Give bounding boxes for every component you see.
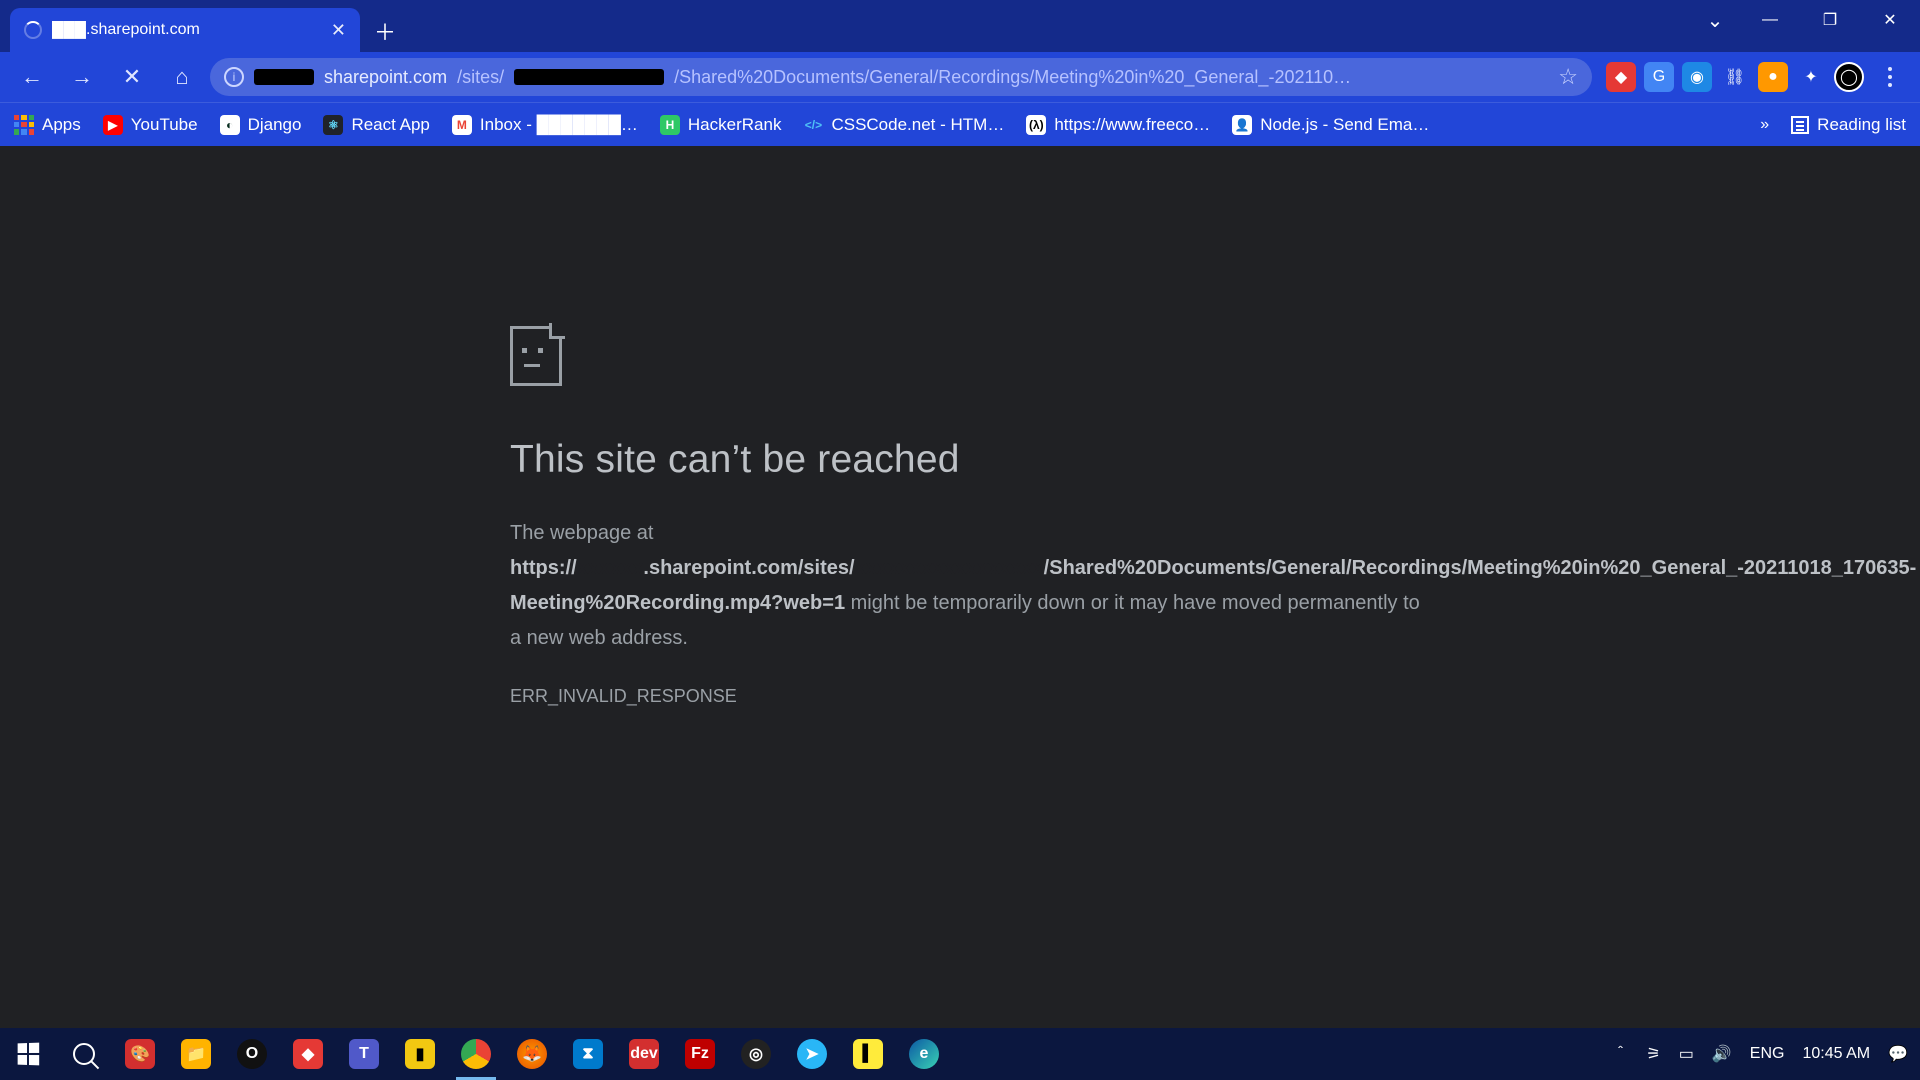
taskbar-firefox[interactable]: 🦊 <box>504 1028 560 1080</box>
bookmark-label: Inbox - ███████… <box>480 115 638 135</box>
url-path-sites: /sites/ <box>457 67 504 88</box>
extension-icon[interactable]: ● <box>1758 62 1788 92</box>
bookmark-hackerrank[interactable]: H HackerRank <box>660 115 782 135</box>
taskbar-vscode[interactable]: ⧗ <box>560 1028 616 1080</box>
bookmarks-overflow-button[interactable]: » <box>1760 116 1769 134</box>
apps-grid-icon <box>14 115 34 135</box>
new-tab-button[interactable]: ＋ <box>366 12 404 50</box>
django-icon: ◐ <box>220 115 240 135</box>
browser-tab[interactable]: ███.sharepoint.com ✕ <box>10 8 360 52</box>
error-prefix: The webpage at <box>510 522 653 544</box>
react-icon: ⚛ <box>323 115 343 135</box>
reading-list-icon <box>1791 116 1809 134</box>
error-message: The webpage at https://xxxxxx.sharepoint… <box>510 516 1430 656</box>
bookmark-gmail[interactable]: M Inbox - ███████… <box>452 115 638 135</box>
bookmark-label: React App <box>351 115 429 135</box>
back-button[interactable]: ← <box>10 57 54 97</box>
bookmark-nodejs[interactable]: 👤 Node.js - Send Ema… <box>1232 115 1429 135</box>
apps-label: Apps <box>42 115 81 135</box>
taskbar-file-explorer[interactable]: 📁 <box>168 1028 224 1080</box>
window-controls: ⌄ — ❐ ✕ <box>1690 0 1920 40</box>
bookmark-label: Node.js - Send Ema… <box>1260 115 1429 135</box>
address-bar[interactable]: i sharepoint.com /sites/ /Shared%20Docum… <box>210 58 1592 96</box>
taskbar-app[interactable]: 🎨 <box>112 1028 168 1080</box>
extension-icon[interactable]: ⛓ <box>1720 62 1750 92</box>
bookmark-react[interactable]: ⚛ React App <box>323 115 429 135</box>
loading-spinner-icon <box>24 21 42 39</box>
taskbar-search[interactable] <box>56 1028 112 1080</box>
redacted-segment <box>254 69 314 85</box>
google-translate-icon[interactable]: G <box>1644 62 1674 92</box>
windows-taskbar: 🎨 📁 O ◆ T ▮ 🦊 ⧗ dev Fz ◎ ➤ ▌ e ＾ ⚞ ▭ 🔊 E… <box>0 1028 1920 1080</box>
taskbar-powerbi[interactable]: ▮ <box>392 1028 448 1080</box>
freecodecamp-icon: (λ) <box>1026 115 1046 135</box>
bookmark-label: CSSCode.net - HTM… <box>831 115 1004 135</box>
taskbar-obs[interactable]: ◎ <box>728 1028 784 1080</box>
search-icon <box>73 1043 95 1065</box>
taskbar-chrome[interactable] <box>448 1028 504 1080</box>
tray-overflow-icon[interactable]: ＾ <box>1612 1042 1628 1066</box>
taskbar-filezilla[interactable]: Fz <box>672 1028 728 1080</box>
site-info-icon[interactable]: i <box>224 67 244 87</box>
bookmark-label: Django <box>248 115 302 135</box>
bookmark-django[interactable]: ◐ Django <box>220 115 302 135</box>
bookmark-csscode[interactable]: </> CSSCode.net - HTM… <box>803 115 1004 135</box>
battery-icon[interactable]: ▭ <box>1679 1044 1694 1064</box>
extensions-row: ◆ G ◉ ⛓ ● ✦ ◯ <box>1606 62 1864 92</box>
tab-title: ███.sharepoint.com <box>52 21 321 39</box>
start-button[interactable] <box>0 1028 56 1080</box>
wifi-icon[interactable]: ⚞ <box>1646 1044 1660 1064</box>
taskbar-teams[interactable]: T <box>336 1028 392 1080</box>
taskbar-app[interactable]: ◆ <box>280 1028 336 1080</box>
taskbar-app[interactable]: O <box>224 1028 280 1080</box>
bookmark-star-icon[interactable]: ☆ <box>1558 64 1578 90</box>
bookmark-label: https://www.freeco… <box>1054 115 1210 135</box>
language-indicator[interactable]: ENG <box>1750 1045 1785 1063</box>
error-heading: This site can’t be reached <box>510 438 1430 482</box>
close-window-button[interactable]: ✕ <box>1860 0 1920 40</box>
bookmark-youtube[interactable]: ▶ YouTube <box>103 115 198 135</box>
youtube-icon: ▶ <box>103 115 123 135</box>
maximize-button[interactable]: ❐ <box>1800 0 1860 40</box>
taskbar-app[interactable]: dev <box>616 1028 672 1080</box>
bookmark-freecodecamp[interactable]: (λ) https://www.freeco… <box>1026 115 1210 135</box>
action-center-icon[interactable]: 💬 <box>1888 1044 1908 1064</box>
bookmark-label: HackerRank <box>688 115 782 135</box>
bookmark-label: YouTube <box>131 115 198 135</box>
chrome-menu-button[interactable] <box>1870 67 1910 87</box>
taskbar-app[interactable]: ▌ <box>840 1028 896 1080</box>
taskbar-edge[interactable]: e <box>896 1028 952 1080</box>
tab-close-button[interactable]: ✕ <box>331 20 346 41</box>
minimize-button[interactable]: — <box>1740 0 1800 40</box>
browser-titlebar: ███.sharepoint.com ✕ ＋ ⌄ — ❐ ✕ <box>0 0 1920 52</box>
url-path-rest: /Shared%20Documents/General/Recordings/M… <box>674 67 1351 88</box>
error-code: ERR_INVALID_RESPONSE <box>510 686 1430 707</box>
clock[interactable]: 10:45 AM <box>1802 1045 1870 1063</box>
profile-avatar[interactable]: ◯ <box>1834 62 1864 92</box>
url-host: sharepoint.com <box>324 67 447 88</box>
extension-icon[interactable]: ◆ <box>1606 62 1636 92</box>
gmail-icon: M <box>452 115 472 135</box>
code-icon: </> <box>803 115 823 135</box>
home-button[interactable]: ⌂ <box>160 57 204 97</box>
forward-button[interactable]: → <box>60 57 104 97</box>
redacted-segment <box>514 69 664 85</box>
sad-page-icon <box>510 326 562 386</box>
favicon-icon: 👤 <box>1232 115 1252 135</box>
extension-icon[interactable]: ◉ <box>1682 62 1712 92</box>
reading-list-button[interactable]: Reading list <box>1791 115 1906 135</box>
reading-list-label: Reading list <box>1817 115 1906 135</box>
hackerrank-icon: H <box>660 115 680 135</box>
browser-toolbar: ← → ✕ ⌂ i sharepoint.com /sites/ /Shared… <box>0 52 1920 102</box>
stop-reload-button[interactable]: ✕ <box>110 57 154 97</box>
taskbar-telegram[interactable]: ➤ <box>784 1028 840 1080</box>
bookmarks-bar: Apps ▶ YouTube ◐ Django ⚛ React App M In… <box>0 102 1920 146</box>
page-content: This site can’t be reached The webpage a… <box>0 146 1920 1028</box>
tab-search-button[interactable]: ⌄ <box>1690 0 1740 40</box>
extensions-puzzle-icon[interactable]: ✦ <box>1796 62 1826 92</box>
apps-button[interactable]: Apps <box>14 115 81 135</box>
volume-icon[interactable]: 🔊 <box>1712 1044 1732 1064</box>
